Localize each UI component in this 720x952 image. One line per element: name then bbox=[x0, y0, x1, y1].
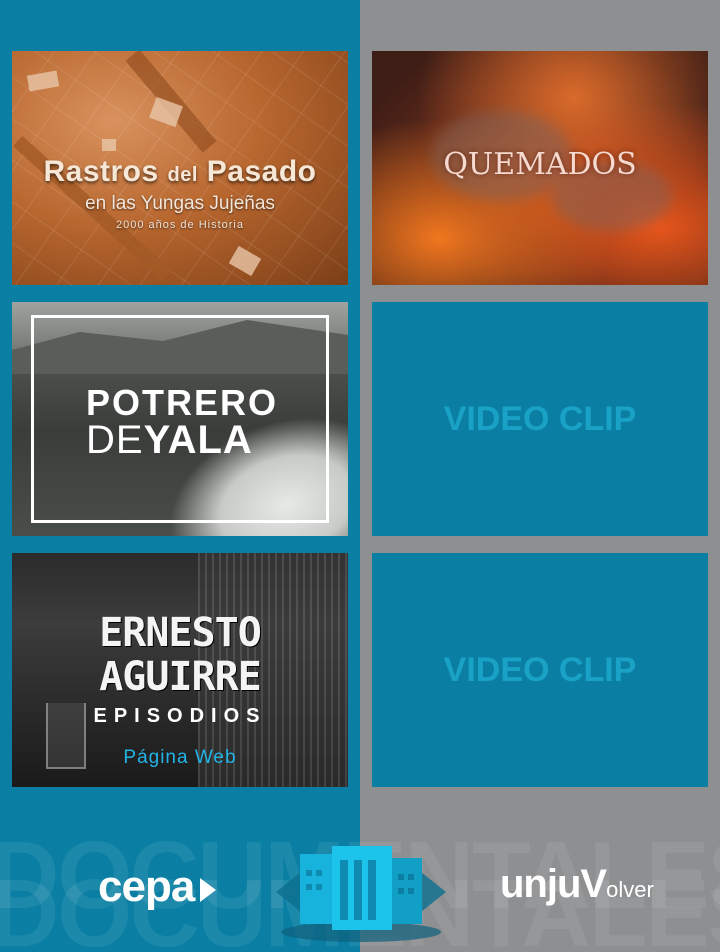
rastros-title: Rastros del Pasado bbox=[43, 155, 317, 188]
pottery-shard bbox=[26, 70, 60, 92]
ernesto-title-line1: ERNESTO bbox=[99, 610, 262, 656]
rastros-tagline: 2000 años de Historia bbox=[115, 219, 244, 231]
cepa-logo[interactable]: cepa bbox=[98, 862, 195, 912]
tile-rastros-del-pasado[interactable]: Rastros del Pasado en las Yungas Jujeñas… bbox=[12, 51, 348, 285]
ernesto-title-line2: AGUIRRE bbox=[99, 654, 262, 700]
pottery-shard bbox=[228, 245, 262, 277]
ernesto-episodios: EPISODIOS bbox=[93, 705, 267, 727]
potrero-subtitle: DEYALA bbox=[86, 418, 253, 462]
tile-ernesto-aguirre[interactable]: ERNESTO AGUIRRE EPISODIOS Página Web bbox=[12, 553, 348, 787]
building-icon bbox=[276, 846, 446, 942]
tile-potrero-de-yala[interactable]: POTRERO DEYALA bbox=[12, 302, 348, 536]
play-arrow-icon bbox=[200, 878, 216, 902]
tile-video-clip-1[interactable]: VIDEO CLIP bbox=[372, 302, 708, 536]
pottery-shard bbox=[102, 139, 116, 151]
rastros-subtitle: en las Yungas Jujeñas bbox=[85, 193, 275, 214]
video-clip-label: VIDEO CLIP bbox=[443, 400, 637, 438]
tile-video-clip-2[interactable]: VIDEO CLIP bbox=[372, 553, 708, 787]
pagina-web-link[interactable]: Página Web bbox=[12, 747, 348, 769]
footer: DOCUMENTALES DOCUMENTALES cepa unjuVolve… bbox=[0, 818, 720, 952]
tile-quemados[interactable]: QUEMADOS bbox=[372, 51, 708, 285]
unju-volver-logo[interactable]: unjuVolver bbox=[500, 862, 654, 907]
quemados-title: QUEMADOS bbox=[443, 147, 637, 182]
video-clip-label: VIDEO CLIP bbox=[443, 651, 637, 689]
